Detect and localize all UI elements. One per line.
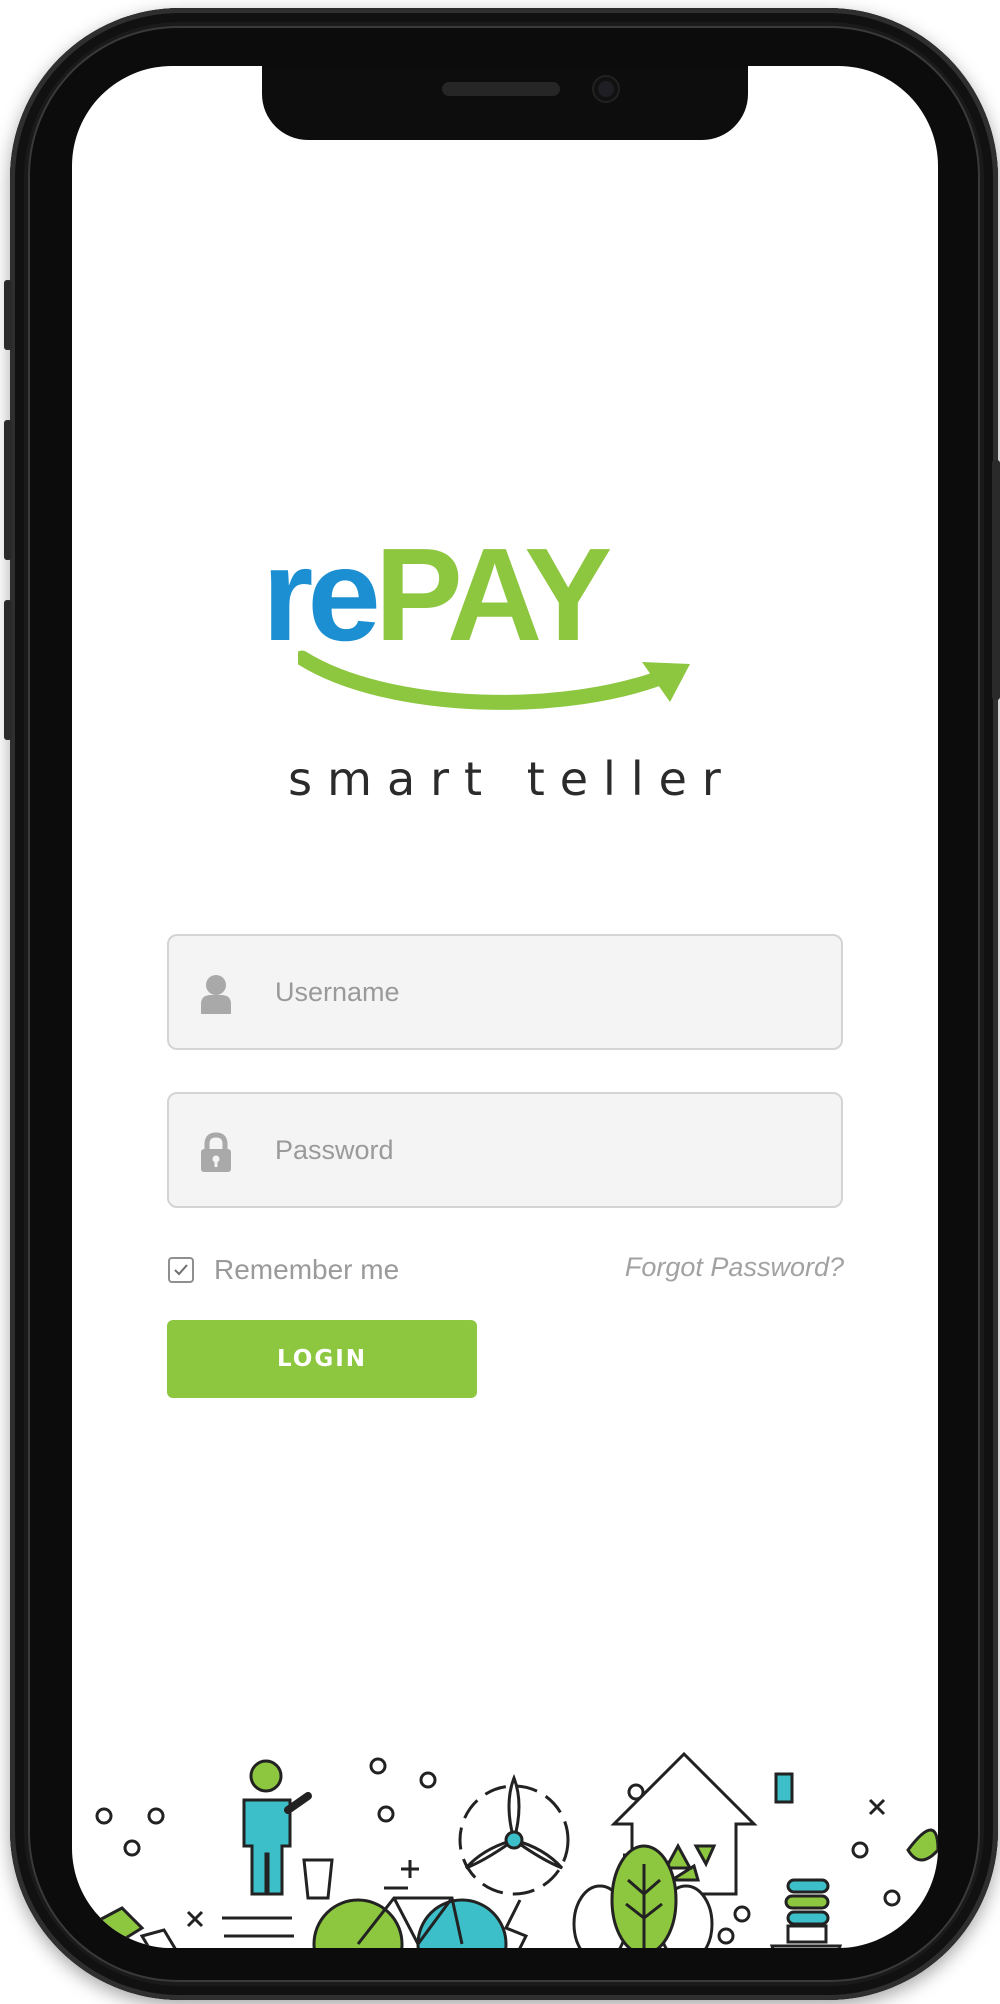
password-input[interactable] — [275, 1094, 815, 1206]
remember-me-label: Remember me — [214, 1254, 400, 1285]
login-button[interactable]: LOGIN — [167, 1320, 477, 1398]
svg-text:rePAY: rePAY — [262, 522, 610, 668]
volume-down-button — [4, 600, 12, 740]
username-field[interactable] — [167, 934, 843, 1050]
front-camera — [594, 77, 618, 101]
eco-bulb — [769, 1878, 843, 1948]
lock-icon — [201, 1132, 231, 1172]
smile-arrow-icon — [298, 650, 690, 710]
mute-switch — [4, 280, 12, 350]
notch — [262, 66, 748, 140]
tagline: smart teller — [288, 752, 736, 806]
wind-turbine — [458, 1773, 570, 1896]
bicycle — [312, 1886, 508, 1948]
eco-illustration — [89, 1751, 938, 1948]
forgot-password-link[interactable]: Forgot Password? — [625, 1252, 844, 1283]
checkmark-icon — [174, 1264, 188, 1276]
username-input[interactable] — [275, 936, 815, 1048]
app-screen: rePAY smart teller Remember me Fo — [72, 66, 938, 1948]
user-icon — [201, 975, 231, 1014]
remember-me-checkbox[interactable] — [168, 1257, 194, 1283]
volume-up-button — [4, 420, 12, 560]
power-button — [992, 460, 1000, 700]
person-figure — [242, 1759, 334, 1900]
password-field[interactable] — [167, 1092, 843, 1208]
remember-me[interactable]: Remember me — [168, 1250, 399, 1290]
speaker — [442, 82, 560, 96]
